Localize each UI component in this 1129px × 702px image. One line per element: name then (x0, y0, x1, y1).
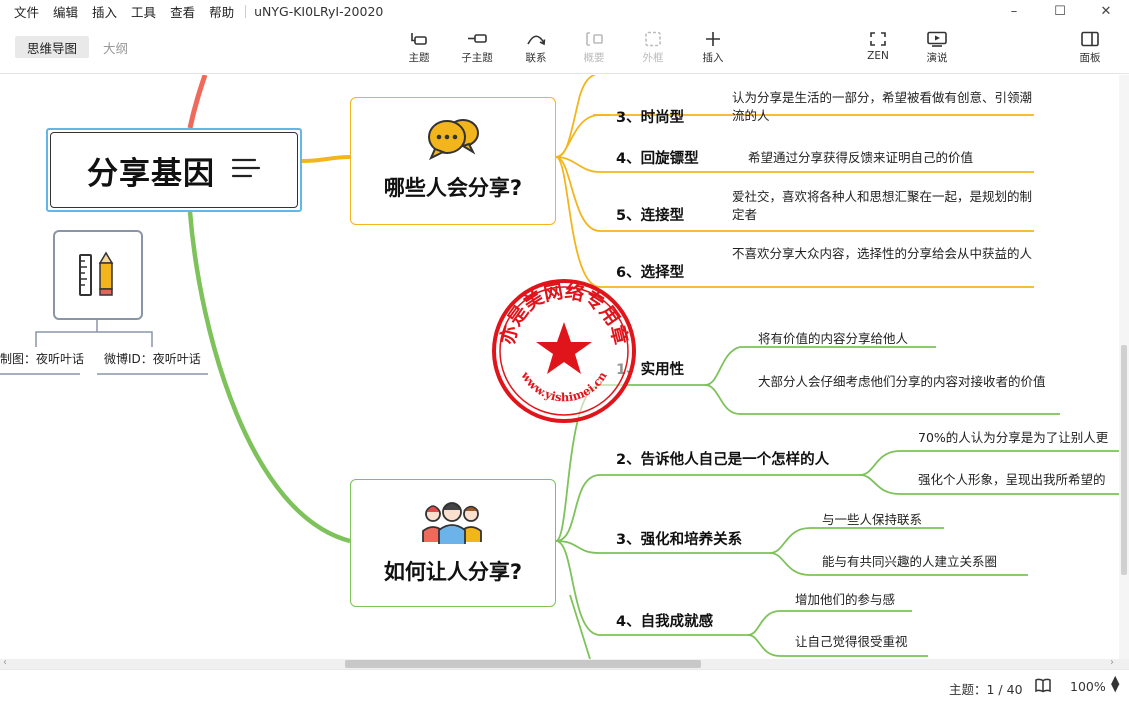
vertical-scroll-thumb[interactable] (1121, 345, 1127, 575)
close-button[interactable]: ✕ (1083, 0, 1129, 22)
topic-icon (409, 28, 429, 50)
side-label-weibo: 微博ID：夜听叶话 (104, 352, 201, 366)
menu-edit[interactable]: 编辑 (46, 2, 85, 21)
image-node[interactable] (53, 230, 143, 320)
central-topic[interactable]: 分享基因 (46, 128, 302, 212)
app-window: 文件 编辑 插入 工具 查看 帮助 uNYG-KI0LRyI-20020 – ☐… (0, 0, 1129, 702)
scroll-right-icon[interactable]: › (1110, 657, 1114, 668)
how-item-sub[interactable]: 让自己觉得很受重视 (795, 633, 908, 651)
horizontal-scroll-thumb[interactable] (345, 660, 701, 668)
tab-mindmap[interactable]: 思维导图 (15, 36, 90, 58)
zen-button-label: ZEN (867, 50, 889, 62)
who-item-label[interactable]: 4、回旋镖型 (616, 147, 699, 168)
topic-button[interactable]: 主题 (394, 28, 444, 65)
minimize-button[interactable]: – (991, 0, 1037, 22)
side-label-author: 制图：夜听叶话 (0, 352, 85, 366)
central-topic-inner: 分享基因 (50, 132, 298, 208)
central-topic-text: 分享基因 (87, 155, 215, 192)
toolbar: 思维导图 大纲 主题 子主题 联系 概要 外框 插入 ZEN 演说 面板 (0, 22, 1129, 74)
panel-icon (1080, 28, 1100, 50)
topic-button-label: 主题 (408, 52, 430, 64)
how-item-label[interactable]: 2、告诉他人自己是一个怎样的人 (616, 448, 829, 469)
mindmap-canvas[interactable]: 分享基因 制图：夜听叶话 微博ID：夜听叶话 哪些人会分享? 3、时尚型 认为分… (0, 75, 1129, 659)
how-item-sub[interactable]: 将有价值的内容分享给他人 (758, 330, 908, 348)
vertical-scrollbar[interactable] (1119, 75, 1129, 659)
people-group-icon (421, 498, 485, 548)
subtopic-button-label: 子主题 (461, 52, 493, 64)
how-item-sub[interactable]: 能与有共同兴趣的人建立关系圈 (822, 553, 997, 571)
document-title: uNYG-KI0LRyI-20020 (254, 3, 384, 19)
relation-button[interactable]: 联系 (511, 28, 561, 65)
menu-divider (245, 4, 247, 18)
menu-bar: 文件 编辑 插入 工具 查看 帮助 uNYG-KI0LRyI-20020 – ☐… (0, 0, 1129, 22)
topic-who-shares-title: 哪些人会分享? (383, 176, 523, 200)
relation-icon (525, 28, 547, 50)
boundary-icon (643, 28, 663, 50)
status-bar: 主题：1 / 40 100% ▲ ▼ (0, 669, 1129, 702)
how-item-sub[interactable]: 大部分人会仔细考虑他们分享的内容对接收者的价值 (758, 373, 1058, 391)
who-item-label[interactable]: 5、连接型 (616, 204, 684, 225)
how-item-label[interactable]: 4、自我成就感 (616, 610, 713, 631)
maximize-button[interactable]: ☐ (1037, 0, 1083, 22)
how-item-sub[interactable]: 增加他们的参与感 (795, 591, 895, 609)
ruler-pencil-icon (79, 251, 114, 296)
scroll-left-icon[interactable]: ‹ (3, 657, 7, 668)
who-item-desc[interactable]: 希望通过分享获得反馈来证明自己的价值 (748, 149, 1028, 167)
menu-tools[interactable]: 工具 (124, 2, 163, 21)
zoom-level[interactable]: 100% (1070, 679, 1106, 694)
zoom-stepper-icon[interactable]: ▲ ▼ (1111, 674, 1119, 693)
tab-outline[interactable]: 大纲 (91, 36, 140, 58)
topic-how-to-share-title: 如何让人分享? (383, 560, 523, 584)
topic-how-to-share[interactable]: 如何让人分享? (350, 479, 556, 607)
menu-help[interactable]: 帮助 (202, 2, 241, 21)
subtopic-icon (466, 28, 488, 50)
summary-icon (583, 28, 605, 50)
how-item-sub[interactable]: 70%的人认为分享是为了让别人更 (918, 429, 1108, 447)
summary-button-label: 概要 (583, 52, 605, 64)
relation-button-label: 联系 (525, 52, 547, 64)
who-item-desc[interactable]: 认为分享是生活的一部分，希望被看做有创意、引领潮流的人 (732, 89, 1032, 125)
insert-button-label: 插入 (702, 52, 724, 64)
how-item-label[interactable]: 3、强化和培养关系 (616, 528, 742, 549)
who-item-label[interactable]: 3、时尚型 (616, 106, 684, 127)
chat-bubbles-icon (425, 116, 481, 164)
menu-file[interactable]: 文件 (0, 2, 46, 21)
fullscreen-icon (869, 28, 887, 50)
seal-stamp: 亦是美网络专用章 www.yishimei.cn (492, 279, 636, 423)
present-button[interactable]: 演说 (912, 28, 962, 65)
menu-view[interactable]: 查看 (163, 2, 202, 21)
notes-icon[interactable] (231, 156, 261, 184)
present-button-label: 演说 (926, 52, 948, 64)
horizontal-scrollbar[interactable]: ‹ › (0, 657, 1129, 669)
panel-button-label: 面板 (1079, 52, 1101, 64)
panel-button[interactable]: 面板 (1065, 28, 1115, 65)
menu-insert[interactable]: 插入 (85, 2, 124, 21)
boundary-button-label: 外框 (642, 52, 664, 64)
plus-icon (705, 28, 721, 50)
boundary-button[interactable]: 外框 (628, 28, 678, 65)
window-controls: – ☐ ✕ (991, 0, 1129, 22)
topic-who-shares[interactable]: 哪些人会分享? (350, 97, 556, 225)
how-item-sub[interactable]: 与一些人保持联系 (822, 511, 922, 529)
insert-button[interactable]: 插入 (688, 28, 738, 65)
zen-button[interactable]: ZEN (853, 28, 903, 62)
who-item-desc[interactable]: 爱社交，喜欢将各种人和思想汇聚在一起，是规划的制定者 (732, 188, 1032, 224)
present-icon (926, 28, 948, 50)
map-book-icon[interactable] (1034, 677, 1052, 696)
summary-button[interactable]: 概要 (569, 28, 619, 65)
subtopic-button[interactable]: 子主题 (452, 28, 502, 65)
topic-count: 主题：1 / 40 (949, 682, 1023, 697)
how-item-sub[interactable]: 强化个人形象，呈现出我所希望的 (918, 471, 1106, 489)
who-item-desc[interactable]: 不喜欢分享大众内容，选择性的分享给会从中获益的人 (732, 245, 1032, 263)
